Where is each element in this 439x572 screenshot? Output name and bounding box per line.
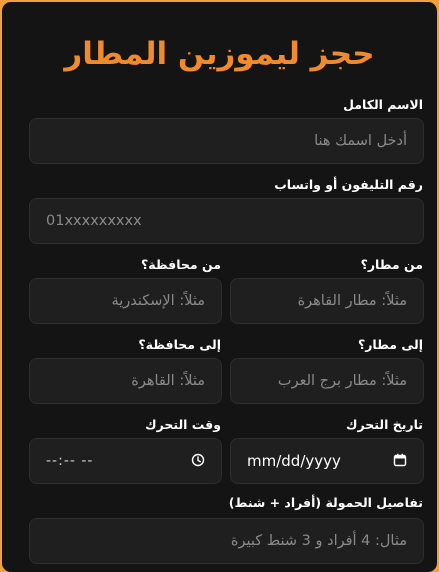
from-airport-input[interactable]: مثلاً: مطار القاهرة bbox=[230, 278, 424, 324]
full-name-input[interactable]: أدخل اسمك هنا bbox=[29, 118, 424, 164]
cargo-label: تفاصيل الحمولة (أفراد + شنط) bbox=[228, 495, 423, 510]
full-name-label: الاسم الكامل bbox=[343, 97, 423, 112]
date-input[interactable]: mm/dd/yyyy bbox=[230, 438, 424, 484]
to-governorate-input[interactable]: مثلاً: القاهرة bbox=[29, 358, 222, 404]
from-airport-label: من مطار؟ bbox=[360, 257, 423, 272]
to-governorate-label: إلى محافظة؟ bbox=[138, 337, 221, 352]
time-input[interactable]: --:-- -- bbox=[29, 438, 222, 484]
booking-form-card: حجز ليموزين المطار الاسم الكامل أدخل اسم… bbox=[2, 2, 437, 572]
to-airport-label: إلى مطار؟ bbox=[357, 337, 423, 352]
calendar-icon[interactable] bbox=[393, 453, 407, 467]
from-governorate-input[interactable]: مثلاً: الإسكندرية bbox=[29, 278, 222, 324]
cargo-input[interactable]: مثال: 4 أفراد و 3 شنط كبيرة bbox=[29, 518, 424, 564]
time-label: وقت التحرك bbox=[145, 417, 221, 432]
phone-label: رقم التليفون أو واتساب bbox=[274, 177, 423, 192]
to-airport-input[interactable]: مثلاً: مطار برج العرب bbox=[230, 358, 424, 404]
clock-icon[interactable] bbox=[191, 453, 205, 467]
page-title: حجز ليموزين المطار bbox=[64, 36, 375, 72]
phone-input[interactable]: 01xxxxxxxxx bbox=[29, 198, 424, 244]
date-label: تاريخ التحرك bbox=[346, 417, 423, 432]
from-governorate-label: من محافظة؟ bbox=[141, 257, 221, 272]
